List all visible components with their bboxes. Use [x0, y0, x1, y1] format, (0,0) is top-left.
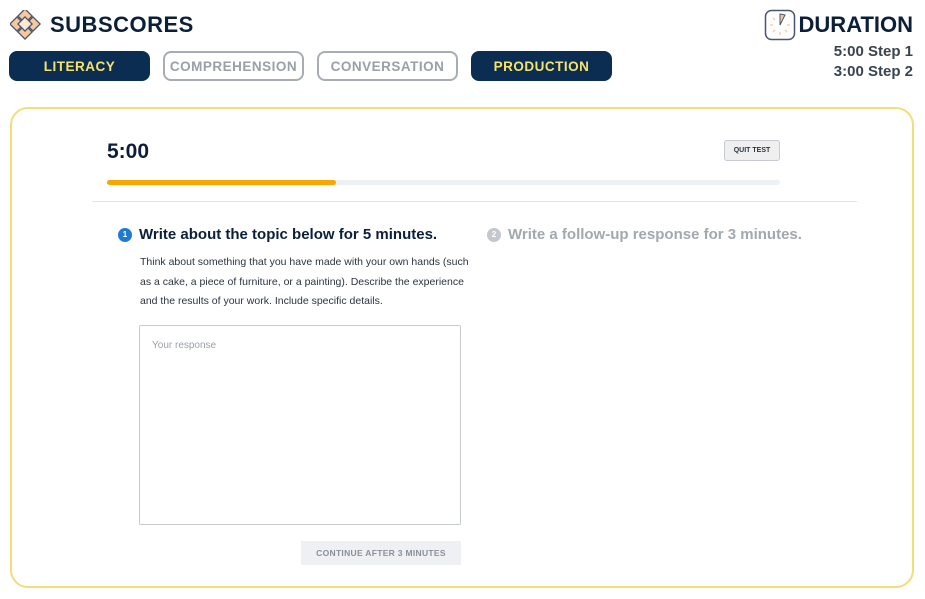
step-2-badge: 2: [487, 227, 501, 242]
tab-comprehension[interactable]: COMPREHENSION: [163, 51, 304, 81]
step-2-title: Write a follow-up response for 3 minutes…: [508, 226, 802, 243]
quit-test-button[interactable]: QUIT TEST: [724, 140, 780, 161]
response-input[interactable]: [139, 325, 461, 525]
step-1-badge: 1: [118, 227, 132, 242]
continue-button[interactable]: CONTINUE AFTER 3 MINUTES: [301, 541, 461, 565]
progress-fill: [107, 180, 336, 185]
page-title: SUBSCORES: [50, 12, 194, 37]
duration-steps: 5:00 Step 1 3:00 Step 2: [834, 42, 913, 82]
step-1-heading: 1 Write about the topic below for 5 minu…: [118, 226, 437, 243]
tab-conversation[interactable]: CONVERSATION: [317, 51, 458, 81]
tab-literacy[interactable]: LITERACY: [9, 51, 150, 81]
prompt-text: Think about something that you have made…: [140, 256, 469, 307]
clock-icon: [764, 9, 796, 41]
timer: 5:00: [107, 140, 150, 163]
tab-production[interactable]: PRODUCTION: [471, 51, 612, 81]
step-2-heading: 2 Write a follow-up response for 3 minut…: [487, 226, 802, 243]
duration-step-1: 5:00 Step 1: [833, 43, 913, 60]
duration-title: DURATION: [798, 12, 913, 37]
progress-bar: [107, 180, 780, 185]
step-1-title: Write about the topic below for 5 minute…: [139, 226, 438, 243]
diamond-grid-icon: [10, 10, 41, 40]
divider: [92, 201, 857, 202]
duration-step-2: 3:00 Step 2: [833, 63, 913, 80]
